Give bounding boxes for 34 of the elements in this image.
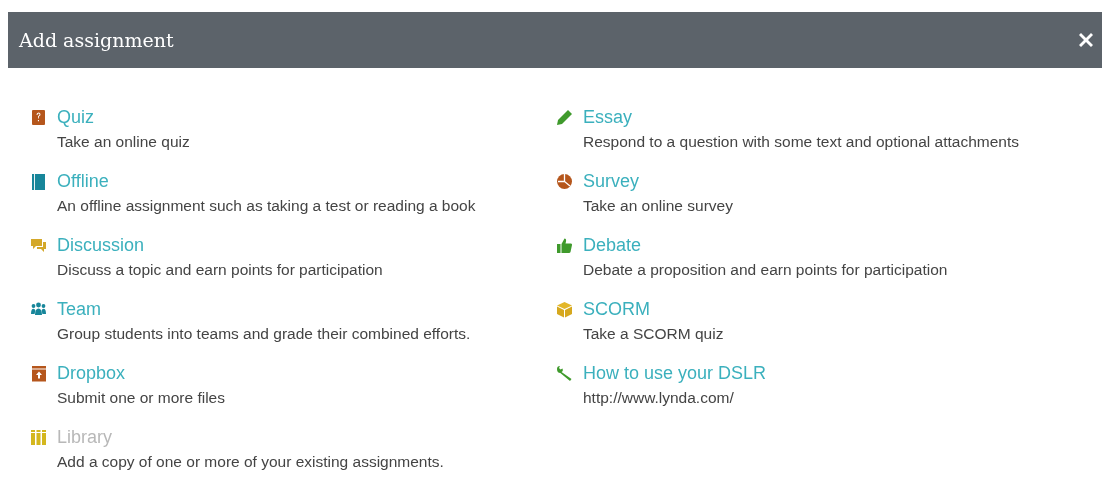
- assignment-description: Debate a proposition and earn points for participation: [583, 260, 948, 280]
- pencil-icon: [556, 109, 573, 126]
- assignment-description: Take an online quiz: [57, 132, 190, 152]
- cube-icon: [556, 301, 573, 318]
- assignment-description: http://www.lynda.com/: [583, 388, 734, 408]
- inbox-upload-icon: [30, 365, 47, 382]
- close-icon: [1078, 32, 1094, 48]
- assignment-description: Submit one or more files: [57, 388, 225, 408]
- assignment-link[interactable]: Quiz: [57, 107, 94, 127]
- thumbs-up-icon: [556, 237, 573, 254]
- books-icon: [30, 429, 47, 446]
- pie-chart-icon: [556, 173, 573, 190]
- dialog-title: Add assignment: [19, 29, 174, 51]
- wrench-icon: [556, 365, 573, 382]
- assignment-description: Take a SCORM quiz: [583, 324, 724, 344]
- assignment-description: An offline assignment such as taking a test or reading a book: [57, 196, 476, 216]
- people-icon: [30, 301, 47, 318]
- assignment-description: Respond to a question with some text and optional attachments: [583, 132, 1019, 152]
- book-question-icon: [30, 109, 47, 126]
- assignment-link[interactable]: Team: [57, 299, 101, 319]
- assignment-link[interactable]: How to use your DSLR: [583, 363, 767, 383]
- speech-bubble-icon: [30, 237, 47, 254]
- assignment-link[interactable]: Discussion: [57, 235, 145, 255]
- assignment-link[interactable]: Dropbox: [57, 363, 126, 383]
- assignment-link[interactable]: Survey: [583, 171, 640, 191]
- assignment-description: Discuss a topic and earn points for participation: [57, 260, 383, 280]
- assignment-link[interactable]: Debate: [583, 235, 642, 255]
- assignment-link[interactable]: SCORM: [583, 299, 650, 319]
- assignment-link[interactable]: Offline: [57, 171, 109, 191]
- assignment-description: Take an online survey: [583, 196, 733, 216]
- assignment-description: Group students into teams and grade their combined efforts.: [57, 324, 471, 344]
- assignment-description: Add a copy of one or more of your existing assignments.: [57, 452, 444, 472]
- book-icon: [30, 173, 47, 190]
- assignment-link[interactable]: Essay: [583, 107, 633, 127]
